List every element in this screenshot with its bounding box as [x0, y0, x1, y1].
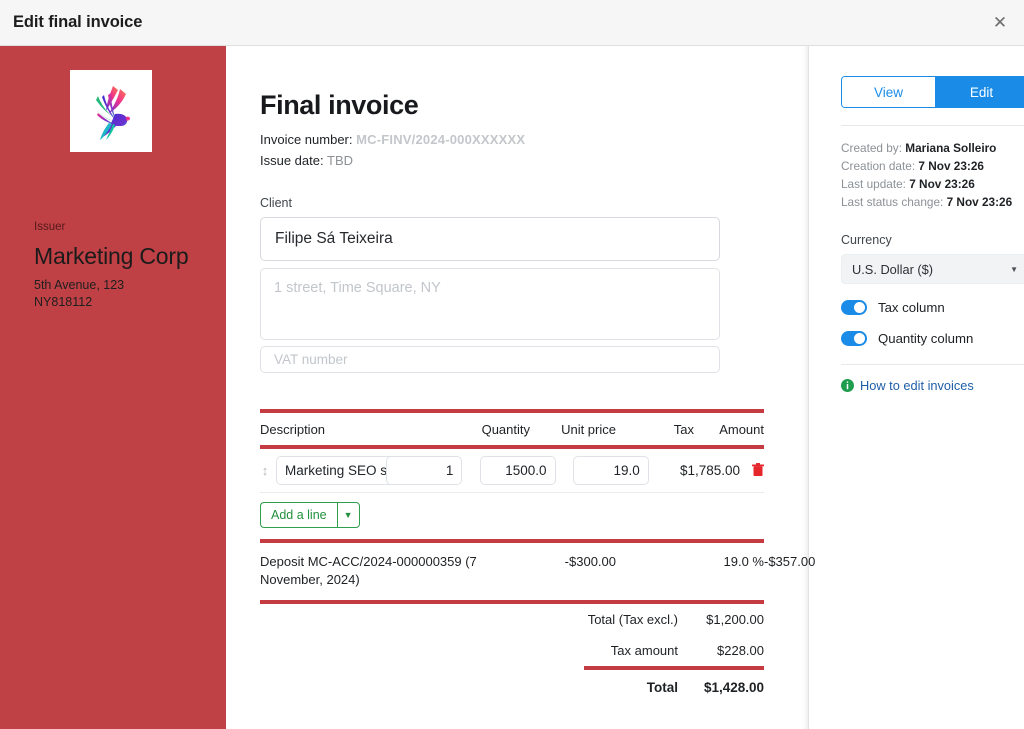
item-quantity-input[interactable]	[386, 456, 463, 485]
deposit-tax-rate: 19.0 %	[723, 554, 764, 569]
currency-selected-value: U.S. Dollar ($)	[852, 261, 934, 277]
view-mode-button[interactable]: View	[842, 77, 935, 107]
issuer-name: Marketing Corp	[34, 243, 189, 269]
last-update-row: Last update: 7 Nov 23:26	[841, 175, 1024, 193]
item-description-cell	[276, 449, 436, 492]
grand-total-label: Total	[646, 680, 678, 695]
item-amount-value: $1,785.00	[679, 463, 740, 478]
grand-total-row: Total $1,428.00	[260, 670, 764, 703]
totals-table: Total (Tax excl.) $1,200.00 Tax amount $…	[260, 604, 764, 703]
column-header-tax: Tax	[673, 422, 694, 437]
column-header-amount: Amount	[719, 422, 764, 437]
chevron-down-icon: ▼	[1010, 264, 1018, 274]
tax-column-switch[interactable]	[841, 300, 867, 315]
issuer-address-line-2: NY818112	[34, 295, 93, 309]
client-address-input[interactable]	[260, 268, 720, 340]
line-items-section: Description Quantity Unit price Tax Amou…	[260, 409, 815, 703]
add-line-button[interactable]: Add a line	[260, 502, 337, 528]
item-delete-cell	[742, 449, 764, 492]
issuer-label: Issuer	[34, 221, 66, 233]
company-logo	[70, 70, 152, 152]
issuer-address-line-1: 5th Avenue, 123	[34, 278, 125, 292]
row-bottom-rule	[260, 492, 764, 493]
close-icon[interactable]: ✕	[984, 7, 1016, 39]
currency-label: Currency	[841, 233, 892, 247]
creation-date-row: Creation date: 7 Nov 23:26	[841, 157, 1024, 175]
tax-amount-label: Tax amount	[610, 643, 678, 658]
deposit-table: Deposit MC-ACC/2024-000000359 (7 Novembe…	[260, 543, 815, 600]
panel-divider-top	[841, 125, 1024, 126]
panel-divider-bottom	[841, 364, 1024, 365]
item-tax-input[interactable]	[572, 456, 649, 485]
issue-date-row: Issue date: TBD	[260, 153, 764, 168]
hummingbird-logo-icon	[93, 86, 130, 140]
table-header-row: Description Quantity Unit price Tax Amou…	[260, 413, 764, 445]
item-unit-price-cell	[462, 449, 556, 492]
vat-number-input[interactable]	[260, 346, 720, 373]
quantity-column-switch[interactable]	[841, 331, 867, 346]
last-status-change-value: 7 Nov 23:26	[946, 195, 1013, 209]
drag-handle-icon[interactable]: ↕	[260, 464, 270, 477]
last-update-label: Last update:	[841, 177, 906, 191]
table-row: ↕ $1,785.00	[260, 449, 764, 492]
edit-mode-button[interactable]: Edit	[935, 77, 1024, 107]
issue-date-value: TBD	[327, 153, 353, 168]
info-icon	[841, 379, 854, 392]
tax-column-toggle[interactable]: Tax column	[841, 300, 1024, 315]
item-tax-cell	[556, 449, 649, 492]
quantity-column-label: Quantity column	[878, 331, 974, 346]
deposit-row: Deposit MC-ACC/2024-000000359 (7 Novembe…	[260, 543, 815, 600]
client-label: Client	[260, 196, 292, 210]
deposit-description: Deposit MC-ACC/2024-000000359 (7 Novembe…	[260, 554, 477, 587]
modal-header: Edit final invoice ✕	[0, 0, 1024, 46]
drag-handle-cell: ↕	[260, 449, 276, 492]
last-status-change-label: Last status change:	[841, 195, 944, 209]
total-excl-label: Total (Tax excl.)	[587, 612, 678, 627]
deposit-amount-excl: -$300.00	[564, 554, 616, 569]
quantity-column-toggle[interactable]: Quantity column	[841, 331, 1024, 346]
page-title: Final invoice	[260, 90, 419, 120]
client-name-input[interactable]	[260, 217, 720, 261]
tax-amount-value: $228.00	[717, 643, 764, 658]
column-header-quantity: Quantity	[481, 422, 530, 437]
add-line-group: Add a line ▼	[260, 502, 360, 528]
issue-date-label: Issue date:	[260, 153, 324, 168]
how-to-edit-invoices-label: How to edit invoices	[860, 378, 974, 393]
total-excl-row: Total (Tax excl.) $1,200.00	[260, 604, 764, 635]
currency-select[interactable]: U.S. Dollar ($) ▼	[841, 254, 1024, 284]
tax-amount-row: Tax amount $228.00	[260, 635, 764, 666]
settings-panel: View Edit Created by: Mariana Solleiro C…	[809, 46, 1024, 729]
item-unit-price-input[interactable]	[479, 456, 556, 485]
modal-title: Edit final invoice	[13, 13, 143, 31]
creation-date-value: 7 Nov 23:26	[918, 159, 984, 173]
last-update-value: 7 Nov 23:26	[909, 177, 975, 191]
invoice-number-row: Invoice number: MC-FINV/2024-000XXXXXX	[260, 132, 764, 147]
issuer-sidebar: Issuer Marketing Corp 5th Avenue, 123 NY…	[0, 46, 226, 729]
line-items-body: ↕ $1,785.00	[260, 449, 764, 492]
created-by-value: Mariana Solleiro	[905, 141, 997, 155]
last-status-change-row: Last status change: 7 Nov 23:26	[841, 193, 1024, 211]
created-by-row: Created by: Mariana Solleiro	[841, 139, 1024, 157]
invoice-number-value: MC-FINV/2024-000XXXXXX	[356, 132, 526, 147]
invoice-document-pane: Final invoice Invoice number: MC-FINV/20…	[226, 46, 815, 729]
column-header-description: Description	[260, 422, 326, 437]
invoice-number-label: Invoice number:	[260, 132, 353, 147]
total-excl-value: $1,200.00	[706, 612, 764, 627]
created-by-label: Created by:	[841, 141, 902, 155]
tax-column-label: Tax column	[878, 300, 945, 315]
add-line-chevron-down-icon[interactable]: ▼	[336, 502, 360, 528]
line-items-table: Description Quantity Unit price Tax Amou…	[260, 413, 764, 445]
column-header-unit-price: Unit price	[561, 422, 616, 437]
trash-icon[interactable]	[752, 463, 764, 477]
grand-total-value: $1,428.00	[703, 680, 764, 695]
creation-date-label: Creation date:	[841, 159, 916, 173]
how-to-edit-invoices-link[interactable]: How to edit invoices	[841, 378, 1024, 393]
view-edit-toggle: View Edit	[841, 76, 1024, 108]
modal-body: Issuer Marketing Corp 5th Avenue, 123 NY…	[0, 46, 1024, 729]
